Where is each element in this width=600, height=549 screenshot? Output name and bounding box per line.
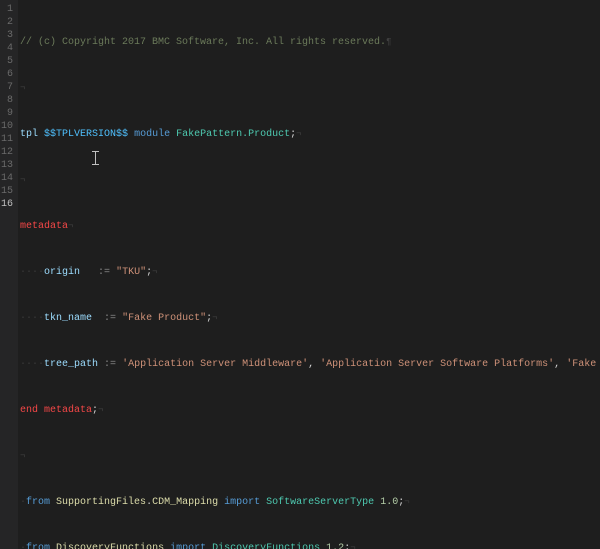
line-number: 11	[0, 133, 18, 146]
eol-marker: ¬	[212, 313, 217, 323]
module-ident: DiscoveryFunctions	[56, 543, 164, 549]
code-line[interactable]: ¬	[20, 82, 600, 95]
eol-marker: ¬	[296, 129, 301, 139]
line-number: 3	[0, 29, 18, 42]
code-line[interactable]: ¬	[20, 174, 600, 187]
code-line[interactable]: // (c) Copyright 2017 BMC Software, Inc.…	[20, 36, 600, 49]
assign-op: :=	[98, 267, 110, 278]
eol-marker: ¬	[350, 543, 355, 549]
line-number: 8	[0, 94, 18, 107]
string-literal: 'Fake Product'	[566, 359, 600, 370]
line-number: 15	[0, 185, 18, 198]
field-origin: origin	[44, 267, 80, 278]
line-number: 5	[0, 55, 18, 68]
text-cursor-icon	[95, 152, 96, 164]
code-line[interactable]: ····tree_path := 'Application Server Mid…	[20, 358, 600, 371]
keyword-metadata: metadata	[44, 405, 92, 416]
code-line[interactable]: ····origin := "TKU";¬	[20, 266, 600, 279]
code-line[interactable]: ····tkn_name := "Fake Product";¬	[20, 312, 600, 325]
tpl-version-var: $$TPLVERSION$$	[44, 129, 128, 140]
line-number-gutter: 1 2 3 4 5 6 7 8 9 10 11 12 13 14 15 16	[0, 0, 18, 549]
assign-op: :=	[104, 313, 116, 324]
code-line[interactable]: ·from SupportingFiles.CDM_Mapping import…	[20, 496, 600, 509]
line-number: 6	[0, 68, 18, 81]
eol-marker: ¬	[20, 175, 25, 185]
line-number: 12	[0, 146, 18, 159]
eol-marker: ¬	[404, 497, 409, 507]
line-number: 13	[0, 159, 18, 172]
code-editor[interactable]: 1 2 3 4 5 6 7 8 9 10 11 12 13 14 15 16 /…	[0, 0, 600, 549]
field-tree-path: tree_path	[44, 359, 98, 370]
line-number: 14	[0, 172, 18, 185]
string-literal: 'Application Server Software Platforms'	[320, 359, 554, 370]
keyword-module: module	[134, 129, 170, 140]
line-number: 1	[0, 3, 18, 16]
eol-marker: ¬	[98, 405, 103, 415]
version-number: 1.0	[380, 497, 398, 508]
keyword-end: end	[20, 405, 38, 416]
string-literal: "TKU"	[116, 267, 146, 278]
code-line[interactable]: metadata¬	[20, 220, 600, 233]
keyword-import: import	[170, 543, 206, 549]
module-ident: CDM_Mapping	[152, 497, 218, 508]
string-literal: "Fake Product"	[122, 313, 206, 324]
assign-op: :=	[104, 359, 116, 370]
line-number: 2	[0, 16, 18, 29]
code-area[interactable]: // (c) Copyright 2017 BMC Software, Inc.…	[18, 0, 600, 549]
module-name: FakePattern.Product	[176, 129, 290, 140]
keyword-metadata: metadata	[20, 221, 68, 232]
line-number: 7	[0, 81, 18, 94]
comment-text: // (c) Copyright 2017 BMC Software, Inc.…	[20, 37, 386, 48]
eol-marker: ¬	[20, 451, 25, 461]
line-number: 10	[0, 120, 18, 133]
field-tkn-name: tkn_name	[44, 313, 92, 324]
module-ident: SupportingFiles	[56, 497, 146, 508]
code-line[interactable]: end metadata;¬	[20, 404, 600, 417]
symbol: DiscoveryFunctions	[212, 543, 320, 549]
code-line[interactable]: ¬	[20, 450, 600, 463]
line-number: 9	[0, 107, 18, 120]
string-literal: 'Application Server Middleware'	[122, 359, 308, 370]
eol-marker: ¬	[20, 83, 25, 93]
keyword-from: from	[26, 543, 50, 549]
code-line[interactable]: ·from DiscoveryFunctions import Discover…	[20, 542, 600, 549]
eol-marker: ¶	[386, 37, 391, 47]
code-line[interactable]: tpl $$TPLVERSION$$ module FakePattern.Pr…	[20, 128, 600, 141]
eol-marker: ¬	[68, 221, 73, 231]
version-number: 1.2	[326, 543, 344, 549]
keyword-from: from	[26, 497, 50, 508]
symbol: SoftwareServerType	[266, 497, 374, 508]
line-number: 16	[0, 198, 18, 211]
keyword-tpl: tpl	[20, 129, 38, 140]
line-number: 4	[0, 42, 18, 55]
eol-marker: ¬	[152, 267, 157, 277]
keyword-import: import	[224, 497, 260, 508]
